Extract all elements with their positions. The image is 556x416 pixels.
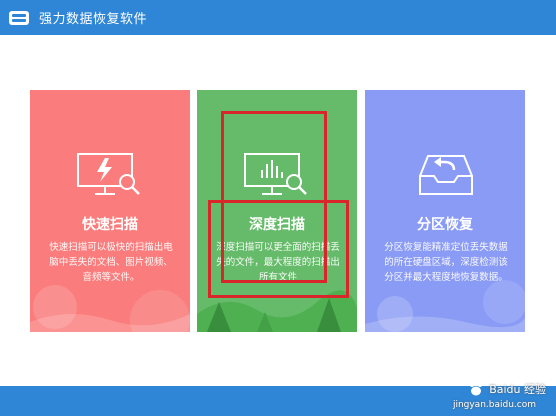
baidu-watermark: Baidu 经验: [467, 380, 546, 398]
partition-recovery-decoration: [365, 280, 525, 332]
partition-recovery-title: 分区恢复: [417, 217, 473, 233]
quick-scan-title: 快速扫描: [82, 217, 138, 233]
deep-scan-title: 深度扫描: [249, 217, 305, 233]
quick-scan-card[interactable]: 快速扫描 快速扫描可以极快的扫描出电脑中丢失的文档、图片视频、音频等文件。: [30, 90, 190, 332]
watermark-brand: Baidu 经验: [489, 383, 546, 396]
monitor-lightning-icon: [77, 153, 140, 195]
inbox-return-icon: [419, 155, 473, 195]
quick-scan-decoration: [30, 285, 190, 332]
deep-scan-card[interactable]: 深度扫描 深度扫描可以更全面的扫描丢失的文件，最大程度的扫描出所有文件: [197, 90, 357, 332]
monitor-chart-icon: [244, 153, 307, 195]
title-bar: 强力数据恢复软件: [0, 0, 556, 35]
window-title: 强力数据恢复软件: [39, 12, 148, 27]
app-logo-icon: [9, 10, 29, 25]
deep-scan-decoration: [197, 290, 357, 332]
baidu-paw-icon: [470, 381, 483, 396]
partition-recovery-card[interactable]: 分区恢复 分区恢复能精准定位丢失数据的所在硬盘区域，深度检测该分区并最大程度地恢…: [365, 90, 525, 332]
watermark-url: jingyan.baidu.com: [452, 400, 536, 410]
